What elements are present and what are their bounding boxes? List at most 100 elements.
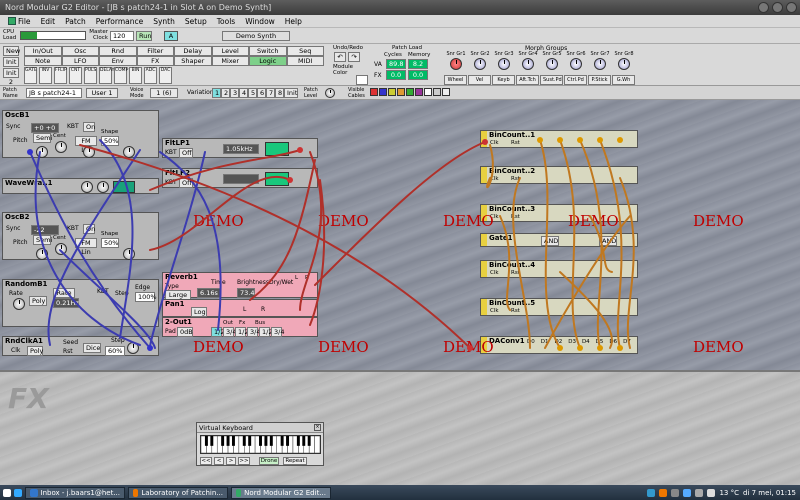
- morph-knob[interactable]: [570, 58, 582, 70]
- run-button[interactable]: Run: [136, 31, 152, 41]
- voice-mode-select[interactable]: 1 (6): [150, 88, 178, 98]
- category-tab[interactable]: LFO: [61, 56, 99, 66]
- morph-group[interactable]: Snr Gr7 P.Stick: [588, 51, 612, 85]
- octave-down-button[interactable]: <: [214, 457, 224, 465]
- category-tab-selected[interactable]: Logic: [249, 56, 287, 66]
- cable-toggle[interactable]: [415, 88, 423, 96]
- cable-toggle[interactable]: [379, 88, 387, 96]
- cable-toggle[interactable]: [388, 88, 396, 96]
- category-tab[interactable]: FX: [136, 56, 174, 66]
- menu-edit[interactable]: Edit: [36, 17, 61, 26]
- fx-patch-area[interactable]: FX: [0, 370, 800, 485]
- morph-knob[interactable]: [594, 58, 606, 70]
- task-firefox[interactable]: Laboratory of Patchin...: [128, 486, 228, 499]
- variation-button[interactable]: 1: [212, 88, 221, 98]
- close-icon[interactable]: ×: [314, 424, 321, 431]
- category-tab[interactable]: Shaper: [174, 56, 212, 66]
- category-tab[interactable]: Osc: [61, 46, 99, 56]
- fflip-module-icon[interactable]: FFLIP: [54, 67, 67, 84]
- morph-knob[interactable]: [618, 58, 630, 70]
- gate-module-icon[interactable]: GATE: [24, 67, 37, 84]
- cable-toggle[interactable]: [442, 88, 450, 96]
- window-titlebar[interactable]: Nord Modular G2 Editor - [JB s patch24-1…: [0, 0, 800, 15]
- category-tab[interactable]: Seq: [286, 46, 324, 56]
- category-tab[interactable]: In/Out: [24, 46, 62, 56]
- menu-window[interactable]: Window: [240, 17, 280, 26]
- synth-name-field[interactable]: Demo Synth: [222, 31, 290, 41]
- morph-knob[interactable]: [546, 58, 558, 70]
- weather[interactable]: 13 °C: [719, 489, 739, 497]
- task-thunderbird[interactable]: Inbox - j.baars1@het...: [25, 486, 125, 499]
- network-icon[interactable]: [695, 488, 704, 497]
- redo-button[interactable]: ↷: [348, 52, 360, 62]
- va-patch-area[interactable]: OscB1 Sync +0 +0 KBT On Pitch Semi Cent …: [0, 100, 800, 370]
- category-tab[interactable]: Level: [211, 46, 249, 56]
- repeat-button[interactable]: Repeat: [283, 457, 307, 465]
- category-tab[interactable]: Note: [24, 56, 62, 66]
- cnt-module-icon[interactable]: CNT: [69, 67, 82, 84]
- tray-icon[interactable]: [659, 488, 668, 497]
- virtual-keyboard-window[interactable]: Virtual Keyboard × << < > >> Drone Repea…: [196, 422, 324, 466]
- tray-icon[interactable]: [647, 488, 656, 497]
- init2-button[interactable]: Init 2: [3, 68, 19, 86]
- menu-setup[interactable]: Setup: [180, 17, 212, 26]
- octave-down-far-button[interactable]: <<: [200, 457, 212, 465]
- puls-module-icon[interactable]: PULS: [84, 67, 97, 84]
- variation-button[interactable]: 3: [230, 88, 239, 98]
- morph-knob[interactable]: [498, 58, 510, 70]
- master-clock-field[interactable]: 120: [110, 31, 134, 41]
- category-tab[interactable]: Delay: [174, 46, 212, 56]
- category-tab[interactable]: Mixer: [211, 56, 249, 66]
- variation-button[interactable]: 5: [248, 88, 257, 98]
- menu-synth[interactable]: Synth: [148, 17, 180, 26]
- maximize-button[interactable]: [772, 2, 783, 13]
- category-tab[interactable]: MIDI: [286, 56, 324, 66]
- inv-module-icon[interactable]: INV: [39, 67, 52, 84]
- octave-up-button[interactable]: >: [226, 457, 236, 465]
- new-button[interactable]: New: [3, 46, 20, 56]
- morph-group[interactable]: Snr Gr4 Aft.Tch: [516, 51, 540, 85]
- morph-group[interactable]: Snr Gr6 Ctrl.Pd: [564, 51, 588, 85]
- menu-file[interactable]: File: [3, 17, 36, 26]
- morph-knob[interactable]: [522, 58, 534, 70]
- category-tab[interactable]: Env: [99, 56, 137, 66]
- delay-module-icon[interactable]: DELAY: [99, 67, 114, 84]
- menu-tools[interactable]: Tools: [212, 17, 240, 26]
- category-tab[interactable]: Rnd: [99, 46, 137, 56]
- morph-knob[interactable]: [450, 58, 462, 70]
- show-desktop-icon[interactable]: [14, 488, 22, 497]
- tray-icon[interactable]: [671, 488, 680, 497]
- cable-toggle[interactable]: [424, 88, 432, 96]
- bin-module-icon[interactable]: BIN: [129, 67, 142, 84]
- init-variation-button[interactable]: Init: [284, 88, 298, 98]
- cable-toggle[interactable]: [433, 88, 441, 96]
- minimize-button[interactable]: [758, 2, 769, 13]
- module-color-button[interactable]: [356, 75, 368, 85]
- undo-button[interactable]: ↶: [334, 52, 346, 62]
- category-tab[interactable]: Switch: [249, 46, 287, 56]
- cable-toggle[interactable]: [397, 88, 405, 96]
- task-nord-modular[interactable]: Nord Modular G2 Edit...: [231, 486, 331, 499]
- init1-button[interactable]: Init 1: [3, 57, 19, 75]
- patch-level-knob[interactable]: [325, 88, 335, 98]
- dac-module-icon[interactable]: DAC: [159, 67, 172, 84]
- variation-button[interactable]: 8: [275, 88, 284, 98]
- morph-group[interactable]: Snr Gr1 Wheel: [444, 51, 468, 85]
- octave-up-far-button[interactable]: >>: [238, 457, 250, 465]
- variation-button[interactable]: 4: [239, 88, 248, 98]
- variation-button[interactable]: 2: [221, 88, 230, 98]
- close-button[interactable]: [786, 2, 797, 13]
- morph-group[interactable]: Snr Gr5 Sust.Pd: [540, 51, 564, 85]
- adc-module-icon[interactable]: ADC: [144, 67, 157, 84]
- clock[interactable]: di 7 mei, 01:15: [743, 489, 796, 497]
- morph-knob[interactable]: [474, 58, 486, 70]
- morph-group[interactable]: Snr Gr2 Vel: [468, 51, 492, 85]
- slot-a-button[interactable]: A: [164, 31, 178, 41]
- menu-performance[interactable]: Performance: [91, 17, 149, 26]
- category-tab[interactable]: Filter: [136, 46, 174, 56]
- variation-button[interactable]: 6: [257, 88, 266, 98]
- cable-toggle[interactable]: [370, 88, 378, 96]
- tray-icon[interactable]: [683, 488, 692, 497]
- menu-patch[interactable]: Patch: [60, 17, 91, 26]
- user-bank-select[interactable]: User 1: [86, 88, 118, 98]
